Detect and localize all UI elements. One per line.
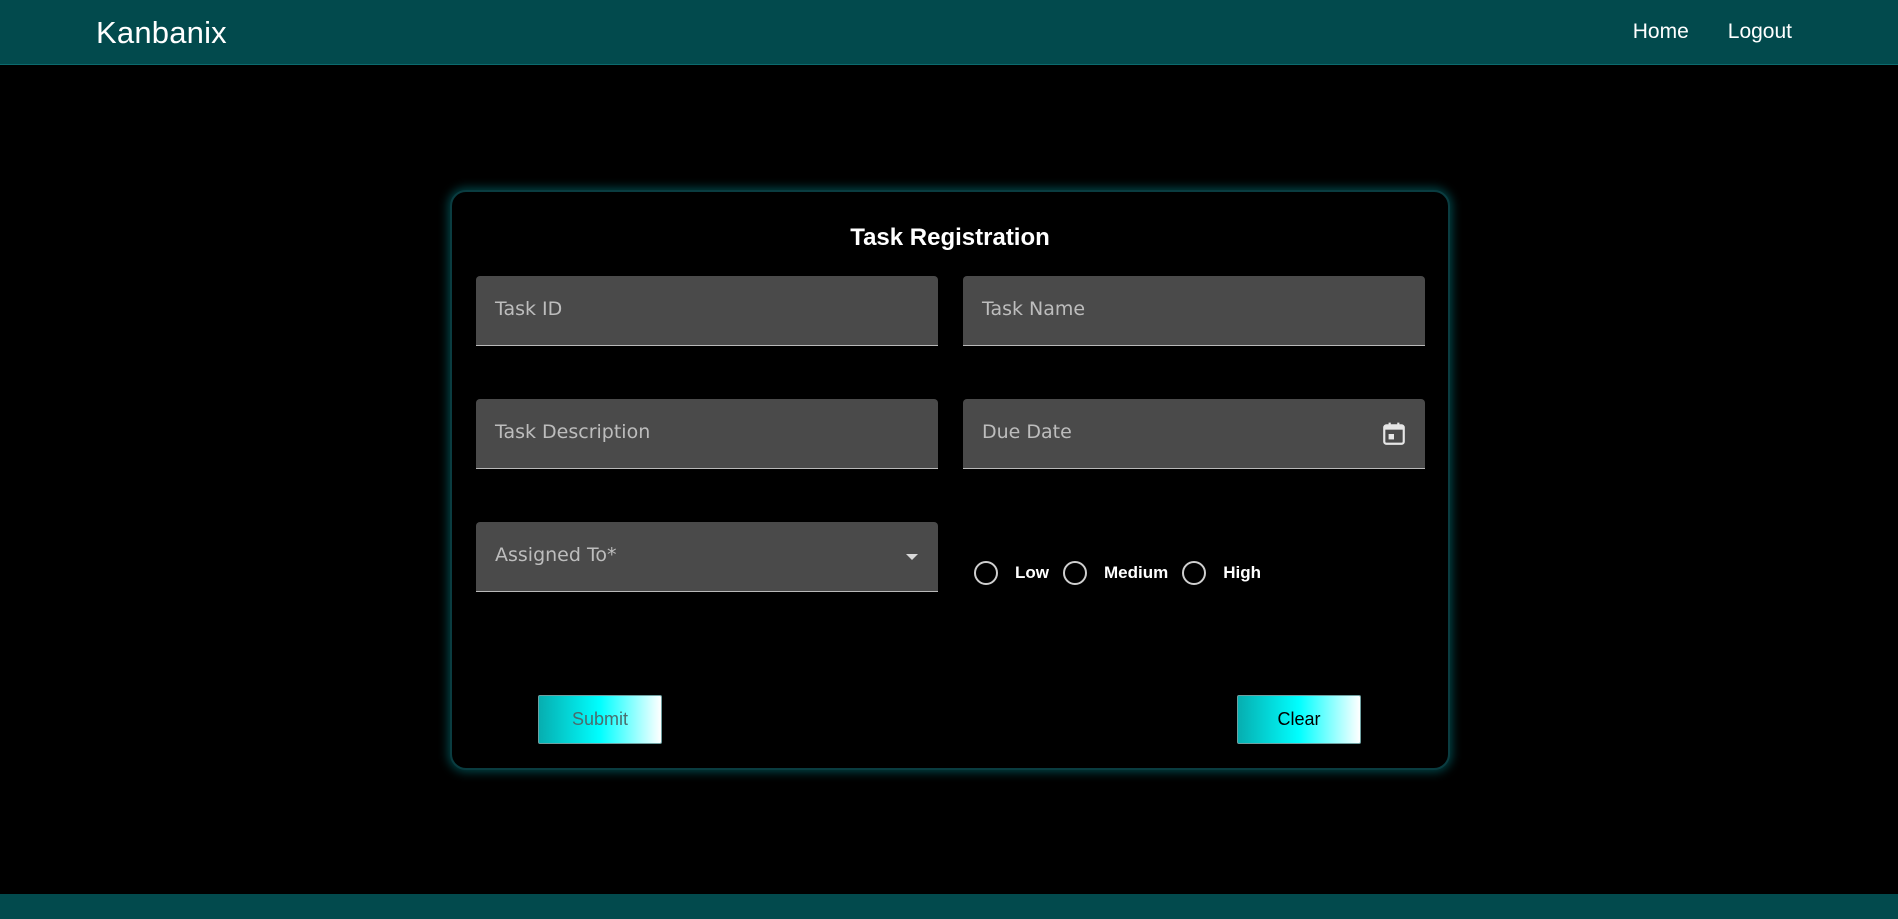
clear-button[interactable]: Clear [1237,695,1361,744]
priority-high-option[interactable]: High [1182,561,1261,585]
nav-logout-link[interactable]: Logout [1728,20,1792,44]
radio-medium[interactable] [1063,561,1087,585]
due-date-label: Due Date [982,421,1072,443]
dropdown-arrow-icon[interactable] [906,554,918,560]
priority-high-label: High [1223,563,1262,582]
task-description-label: Task Description [495,421,651,443]
task-description-field[interactable]: Task Description [476,399,938,469]
task-registration-card: Task Registration Task ID Task Name Task… [450,190,1450,770]
priority-low-option[interactable]: Low [974,561,1049,585]
task-name-label: Task Name [982,298,1086,320]
nav-home-link[interactable]: Home [1633,20,1689,44]
radio-high[interactable] [1182,561,1207,585]
priority-radio-group: Low Medium High [974,558,1275,588]
priority-medium-label: Medium [1104,563,1169,582]
due-date-field[interactable]: Due Date [963,399,1425,469]
task-name-field[interactable]: Task Name [963,276,1425,346]
assigned-to-select[interactable]: Assigned To* [476,522,938,592]
radio-low[interactable] [974,561,998,585]
footer-bar [0,894,1898,919]
task-id-field[interactable]: Task ID [476,276,938,346]
nav-links: Home Logout [1633,20,1792,44]
assigned-to-label: Assigned To* [495,544,617,566]
brand-logo[interactable]: Kanbanix [96,15,227,51]
task-id-label: Task ID [495,298,563,320]
priority-low-label: Low [1015,563,1049,582]
priority-medium-option[interactable]: Medium [1063,561,1168,585]
calendar-icon[interactable] [1381,421,1407,447]
top-navbar: Kanbanix Home Logout [0,0,1898,65]
form-title: Task Registration [850,224,1050,251]
submit-button[interactable]: Submit [538,695,662,744]
